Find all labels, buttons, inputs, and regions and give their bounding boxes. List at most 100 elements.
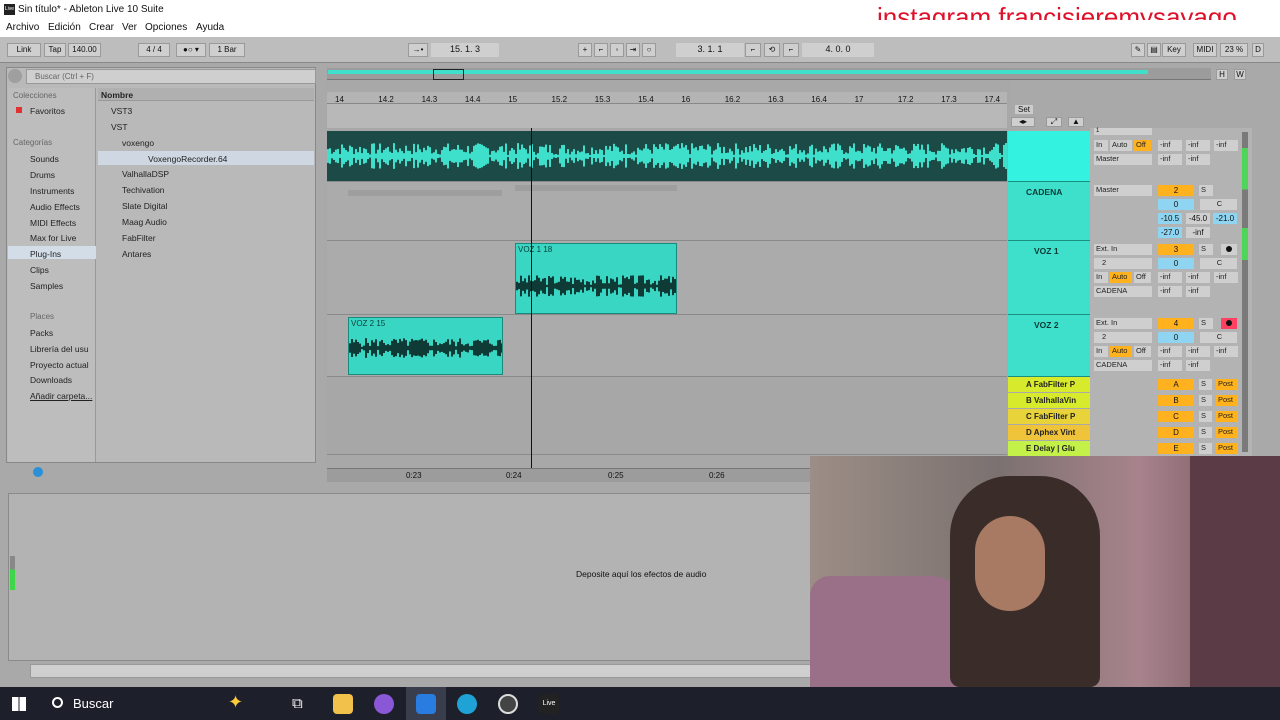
return-b-letter[interactable]: B <box>1158 395 1194 406</box>
app-blue-icon[interactable] <box>416 694 436 714</box>
track-header-cadena[interactable]: CADENA <box>1008 182 1090 241</box>
voz1-channel-select[interactable]: 2 <box>1094 258 1152 269</box>
tree-antares[interactable]: Antares <box>122 249 151 259</box>
obs-icon[interactable] <box>498 694 518 714</box>
name-header-label[interactable]: Nombre <box>101 90 133 100</box>
cadena-volume[interactable]: 0 <box>1158 199 1194 210</box>
return-track-e[interactable]: E Delay | Glu <box>1008 441 1090 456</box>
voz2-output-select[interactable]: CADENA <box>1094 360 1152 371</box>
voz2-track-number[interactable]: 4 <box>1158 318 1194 329</box>
automation-arm-button[interactable]: ⌐ <box>594 43 608 57</box>
overview-view-box[interactable] <box>433 69 464 80</box>
tree-valhalladsp[interactable]: ValhallaDSP <box>122 169 169 179</box>
voz1-send-e[interactable]: -inf <box>1186 286 1210 297</box>
key-map-button[interactable]: Key <box>1162 43 1186 57</box>
return-d-solo[interactable]: S <box>1199 427 1212 438</box>
category-plug-ins[interactable]: Plug-Ins <box>30 249 61 259</box>
punch-in-button[interactable]: ⌐ <box>745 43 761 57</box>
edge-icon[interactable] <box>457 694 477 714</box>
track1-input-select[interactable]: 1 <box>1094 128 1152 135</box>
follow-button[interactable]: →• <box>408 43 428 57</box>
track1-send-b[interactable]: -inf <box>1186 140 1210 151</box>
voz2-send-c[interactable]: -inf <box>1214 346 1238 357</box>
file-explorer-icon[interactable] <box>333 694 353 714</box>
return-track-b[interactable]: B ValhallaVin <box>1008 393 1090 408</box>
category-max-for-live[interactable]: Max for Live <box>30 233 76 243</box>
task-view-icon[interactable]: ⧉ <box>292 695 303 712</box>
track-header-1[interactable] <box>1008 131 1090 182</box>
tree-voxengo[interactable]: voxengo <box>122 138 154 148</box>
voz1-monitor-off[interactable]: Off <box>1134 272 1151 283</box>
voz1-monitor-auto[interactable]: Auto <box>1110 272 1132 283</box>
track1-output-select[interactable]: Master <box>1094 154 1152 165</box>
menu-edicion[interactable]: Edición <box>48 22 81 33</box>
return-a-solo[interactable]: S <box>1199 379 1212 390</box>
cadena-output-select[interactable]: Master <box>1094 185 1152 196</box>
return-b-solo[interactable]: S <box>1199 395 1212 406</box>
clip-voz-1[interactable]: VOZ 1 18 <box>515 243 677 314</box>
menu-ver[interactable]: Ver <box>122 22 137 33</box>
tap-button[interactable]: Tap <box>44 43 66 57</box>
midi-map-button[interactable]: MIDI <box>1193 43 1217 57</box>
category-midi-effects[interactable]: MIDI Effects <box>30 218 76 228</box>
link-button[interactable]: Link <box>7 43 41 57</box>
cadena-pan[interactable]: C <box>1200 199 1237 210</box>
category-sounds[interactable]: Sounds <box>30 154 59 164</box>
punch-out-button[interactable]: ⌐ <box>783 43 799 57</box>
loop-switch[interactable]: ⟲ <box>764 43 780 57</box>
return-e-post[interactable]: Post <box>1216 443 1238 454</box>
category-drums[interactable]: Drums <box>30 170 55 180</box>
sparkle-icon[interactable]: ✦ <box>228 692 243 713</box>
arrangement-position[interactable]: 15. 1. 3 <box>431 43 499 57</box>
voz1-send-d[interactable]: -inf <box>1158 286 1182 297</box>
voz1-volume[interactable]: 0 <box>1158 258 1194 269</box>
overdub-button[interactable]: + <box>578 43 592 57</box>
h-zoom-button[interactable]: H <box>1216 69 1228 80</box>
tree-vst3[interactable]: VST3 <box>111 106 132 116</box>
return-c-solo[interactable]: S <box>1199 411 1212 422</box>
return-d-letter[interactable]: D <box>1158 427 1194 438</box>
return-a-letter[interactable]: A <box>1158 379 1194 390</box>
menu-ayuda[interactable]: Ayuda <box>196 22 224 33</box>
draw-mode-icon[interactable]: ✎ <box>1131 43 1145 57</box>
category-audio-effects[interactable]: Audio Effects <box>30 202 80 212</box>
return-b-post[interactable]: Post <box>1216 395 1238 406</box>
voz1-output-select[interactable]: CADENA <box>1094 286 1152 297</box>
track1-monitor-off[interactable]: Off <box>1134 140 1151 151</box>
track-header-voz-1[interactable]: VOZ 1 <box>1008 241 1090 315</box>
voz1-monitor-in[interactable]: In <box>1094 272 1108 283</box>
loop-start-field[interactable]: 3. 1. 1 <box>676 43 744 57</box>
voz2-arm-button[interactable] <box>1221 318 1237 329</box>
voz2-send-e[interactable]: -inf <box>1186 360 1210 371</box>
tempo-field[interactable]: 140.00 <box>68 43 101 57</box>
return-track-d[interactable]: D Aphex Vint <box>1008 425 1090 440</box>
track1-send-a[interactable]: -inf <box>1158 140 1182 151</box>
reenable-automation-button[interactable]: ◦ <box>610 43 624 57</box>
menu-archivo[interactable]: Archivo <box>6 22 39 33</box>
session-record-button[interactable]: ○ <box>642 43 656 57</box>
voz2-volume[interactable]: 0 <box>1158 332 1194 343</box>
track-header-voz-2[interactable]: VOZ 2 <box>1008 315 1090 377</box>
taskbar-search-label[interactable]: Buscar <box>73 696 113 711</box>
voz1-send-b[interactable]: -inf <box>1186 272 1210 283</box>
return-d-post[interactable]: Post <box>1216 427 1238 438</box>
lock-icon[interactable]: ▲ <box>1068 117 1084 127</box>
voz1-send-c[interactable]: -inf <box>1214 272 1238 283</box>
expand-tracks-button[interactable]: ⤢ <box>1046 117 1062 127</box>
cadena-solo-button[interactable]: S <box>1199 185 1213 196</box>
place-current-project[interactable]: Proyecto actual <box>30 360 89 370</box>
clip-voz-2[interactable]: VOZ 2 15 <box>348 317 503 375</box>
loop-length-field[interactable]: 4. 0. 0 <box>802 43 874 57</box>
tree-slate-digital[interactable]: Slate Digital <box>122 201 167 211</box>
return-c-post[interactable]: Post <box>1216 411 1238 422</box>
tree-voxengorecorder[interactable]: VoxengoRecorder.64 <box>148 154 227 164</box>
capture-button[interactable]: ⇥ <box>626 43 640 57</box>
browser-toggle-icon[interactable] <box>8 69 22 83</box>
voz2-send-d[interactable]: -inf <box>1158 360 1182 371</box>
return-track-c[interactable]: C FabFilter P <box>1008 409 1090 424</box>
time-signature[interactable]: 4 / 4 <box>138 43 170 57</box>
voz2-send-a[interactable]: -inf <box>1158 346 1182 357</box>
track1-monitor-in[interactable]: In <box>1094 140 1108 151</box>
voz2-pan[interactable]: C <box>1200 332 1237 343</box>
voz1-track-number[interactable]: 3 <box>1158 244 1194 255</box>
